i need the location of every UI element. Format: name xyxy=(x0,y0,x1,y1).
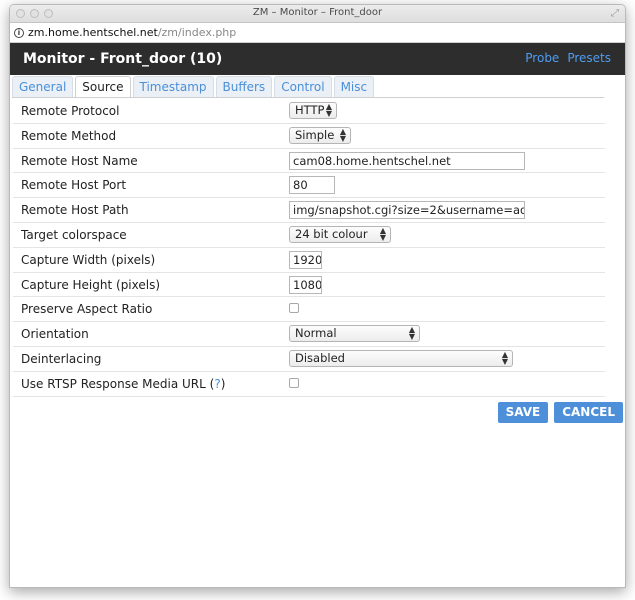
tab-source[interactable]: Source xyxy=(75,76,131,98)
remote-host-port-input[interactable]: 80 xyxy=(289,176,335,195)
preserve-aspect-checkbox[interactable] xyxy=(289,303,299,314)
window-title: ZM – Monitor – Front_door xyxy=(252,7,383,18)
remote-host-name-label: Remote Host Name xyxy=(21,153,138,168)
deinterlacing-select[interactable]: Disabled ▲ ▼ xyxy=(289,349,513,367)
preserve-aspect-label: Preserve Aspect Ratio xyxy=(21,302,153,317)
tab-general[interactable]: General xyxy=(12,76,74,98)
url-host: zm.home.hentschel.net xyxy=(28,26,158,39)
remote-protocol-value: HTTP xyxy=(295,103,325,117)
info-icon[interactable]: i xyxy=(14,27,24,38)
row-deinterlacing: Deinterlacing Disabled ▲ ▼ xyxy=(13,347,605,372)
page-title: Monitor - Front_door (10) xyxy=(23,51,223,67)
capture-width-input[interactable]: 1920 xyxy=(289,250,322,269)
target-colorspace-value: 24 bit colour xyxy=(295,226,368,241)
target-colorspace-select[interactable]: 24 bit colour ▲ ▼ xyxy=(289,225,391,243)
select-arrows-icon: ▲ ▼ xyxy=(379,225,386,242)
capture-height-input[interactable]: 1080 xyxy=(289,275,322,294)
form-buttons: SAVE CANCEL xyxy=(497,402,623,423)
row-remote-method: Remote Method Simple ▲ ▼ xyxy=(13,124,605,149)
use-rtsp-label-text: Use RTSP Response Media URL xyxy=(21,376,206,391)
deinterlacing-label: Deinterlacing xyxy=(21,351,102,366)
tab-bar: General Source Timestamp Buffers Control… xyxy=(12,76,376,98)
select-arrows-icon: ▲ ▼ xyxy=(408,325,415,342)
page-header: Monitor - Front_door (10) Probe Presets xyxy=(10,43,625,75)
address-bar[interactable]: i zm.home.hentschel.net/zm/index.php xyxy=(10,23,625,43)
row-remote-host-path: Remote Host Path img/snapshot.cgi?size=2… xyxy=(13,198,605,223)
remote-host-path-label: Remote Host Path xyxy=(21,203,129,218)
title-bar: ZM – Monitor – Front_door ⤢ xyxy=(10,5,625,23)
remote-method-label: Remote Method xyxy=(21,128,117,143)
tab-misc[interactable]: Misc xyxy=(333,76,375,98)
capture-width-label: Capture Width (pixels) xyxy=(21,252,156,267)
orientation-label: Orientation xyxy=(21,327,89,342)
tab-timestamp[interactable]: Timestamp xyxy=(132,76,214,98)
presets-link[interactable]: Presets xyxy=(567,51,611,65)
use-rtsp-checkbox[interactable] xyxy=(289,377,299,388)
row-preserve-aspect: Preserve Aspect Ratio xyxy=(13,297,605,323)
row-capture-height: Capture Height (pixels) 1080 xyxy=(13,273,605,298)
save-button[interactable]: SAVE xyxy=(497,402,549,423)
remote-method-select[interactable]: Simple ▲ ▼ xyxy=(289,126,351,144)
row-target-colorspace: Target colorspace 24 bit colour ▲ ▼ xyxy=(13,223,605,248)
remote-host-name-input[interactable]: cam08.home.hentschel.net xyxy=(289,151,525,170)
probe-link[interactable]: Probe xyxy=(525,51,559,65)
cancel-button[interactable]: CANCEL xyxy=(554,402,623,423)
select-arrows-icon: ▲ ▼ xyxy=(339,126,346,143)
capture-height-label: Capture Height (pixels) xyxy=(21,277,161,292)
row-capture-width: Capture Width (pixels) 1920 xyxy=(13,248,605,273)
tab-control[interactable]: Control xyxy=(274,76,332,98)
help-close-paren: ) xyxy=(220,376,226,391)
orientation-select[interactable]: Normal ▲ ▼ xyxy=(289,325,420,343)
row-use-rtsp: Use RTSP Response Media URL (?) xyxy=(13,372,605,397)
deinterlacing-value: Disabled xyxy=(295,350,345,365)
header-links: Probe Presets xyxy=(525,51,611,65)
source-form: Remote Protocol HTTP ▲ ▼ Remote Method Si… xyxy=(13,99,605,397)
tab-divider xyxy=(12,97,604,98)
fullscreen-icon[interactable]: ⤢ xyxy=(611,8,619,19)
select-arrows-icon: ▲ ▼ xyxy=(501,349,508,366)
row-remote-host-name: Remote Host Name cam08.home.hentschel.ne… xyxy=(13,149,605,174)
use-rtsp-label: Use RTSP Response Media URL (?) xyxy=(21,377,225,391)
tab-buffers[interactable]: Buffers xyxy=(215,76,273,98)
row-remote-protocol: Remote Protocol HTTP ▲ ▼ xyxy=(13,99,605,124)
remote-host-port-label: Remote Host Port xyxy=(21,178,127,193)
url-path: /zm/index.php xyxy=(157,26,237,39)
row-orientation: Orientation Normal ▲ ▼ xyxy=(13,322,605,347)
select-arrows-icon: ▲ ▼ xyxy=(325,102,332,118)
remote-method-value: Simple xyxy=(295,127,335,142)
target-colorspace-label: Target colorspace xyxy=(21,227,127,242)
remote-host-path-input[interactable]: img/snapshot.cgi?size=2&username=adr xyxy=(289,201,525,220)
remote-protocol-label: Remote Protocol xyxy=(21,104,120,118)
row-remote-host-port: Remote Host Port 80 xyxy=(13,173,605,199)
orientation-value: Normal xyxy=(295,326,337,341)
remote-protocol-select[interactable]: HTTP ▲ ▼ xyxy=(289,102,337,119)
